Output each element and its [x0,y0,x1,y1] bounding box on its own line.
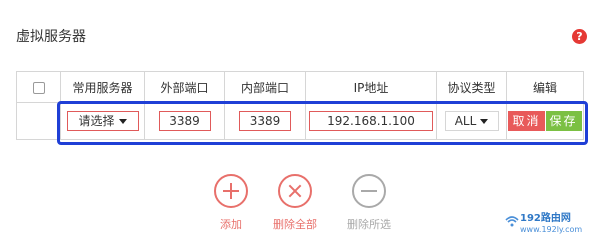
row-checkbox-cell [16,102,61,140]
delete-selected-button[interactable]: 删除所选 [329,174,409,232]
watermark-line1: 192路由网 [520,213,571,224]
plus-icon [214,174,248,208]
header-edit: 编辑 [506,71,584,103]
header-protocol: 协议类型 [436,71,507,103]
watermark-logo: 192路由网 www.192ly.com [520,213,582,235]
page-title: 虚拟服务器 [16,29,86,45]
close-icon [278,174,312,208]
select-all-header [16,71,61,103]
table-header-row: 常用服务器 外部端口 内部端口 IP地址 协议类型 编辑 [16,71,584,103]
delete-selected-label: 删除所选 [347,218,391,231]
header-external-port: 外部端口 [144,71,225,103]
help-icon[interactable]: ? [572,29,587,44]
delete-all-label: 删除全部 [273,218,317,231]
delete-all-button[interactable]: 删除全部 [255,174,335,232]
select-all-checkbox[interactable] [32,81,45,94]
highlight-box [57,101,588,145]
header-ip-address: IP地址 [305,71,437,103]
wifi-icon [505,216,519,227]
watermark-line2: www.192ly.com [520,225,583,234]
header-internal-port: 内部端口 [224,71,306,103]
header-common-server: 常用服务器 [60,71,145,103]
minus-icon [352,174,386,208]
